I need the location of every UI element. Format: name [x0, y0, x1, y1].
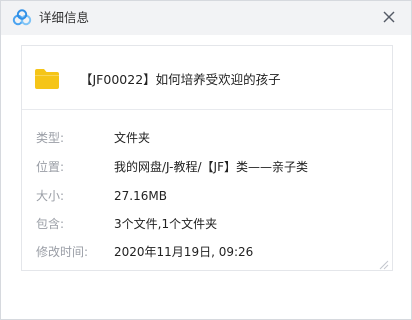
contains-label: 包含: [36, 217, 65, 231]
type-value: 文件夹 [114, 131, 151, 145]
dialog-title: 详细信息 [39, 10, 90, 25]
title-bar[interactable]: 详细信息 [1, 1, 411, 35]
size-value: 27.16MB [114, 189, 167, 203]
detail-row-location: 位置: 我的网盘/J-教程/【JF】类——亲子类 [22, 156, 392, 178]
resize-grip-icon[interactable] [377, 255, 389, 270]
file-header: 【JF00022】如何培养受欢迎的孩子 [22, 46, 392, 110]
detail-row-contains: 包含: 3个文件,1个文件夹 [22, 213, 392, 235]
location-label: 位置: [36, 160, 65, 174]
cloud-icon [12, 9, 32, 27]
detail-row-modified: 修改时间: 2020年11月19日, 09:26 [22, 241, 392, 263]
type-label: 类型: [36, 131, 65, 145]
detail-row-size: 大小: 27.16MB [22, 185, 392, 207]
file-name: 【JF00022】如何培养受欢迎的孩子 [80, 72, 281, 87]
close-icon[interactable] [377, 5, 401, 29]
size-label: 大小: [36, 189, 65, 203]
details-dialog: 详细信息 【JF00022】如何培养受欢迎的孩子 类型: 文件夹 位置: 我的网… [0, 0, 412, 320]
modified-value: 2020年11月19日, 09:26 [114, 245, 254, 259]
modified-label: 修改时间: [36, 245, 89, 259]
location-value: 我的网盘/J-教程/【JF】类——亲子类 [114, 160, 308, 174]
details-panel: 【JF00022】如何培养受欢迎的孩子 类型: 文件夹 位置: 我的网盘/J-教… [21, 45, 393, 271]
contains-value: 3个文件,1个文件夹 [114, 217, 218, 231]
folder-icon [34, 68, 60, 90]
detail-row-type: 类型: 文件夹 [22, 127, 392, 149]
